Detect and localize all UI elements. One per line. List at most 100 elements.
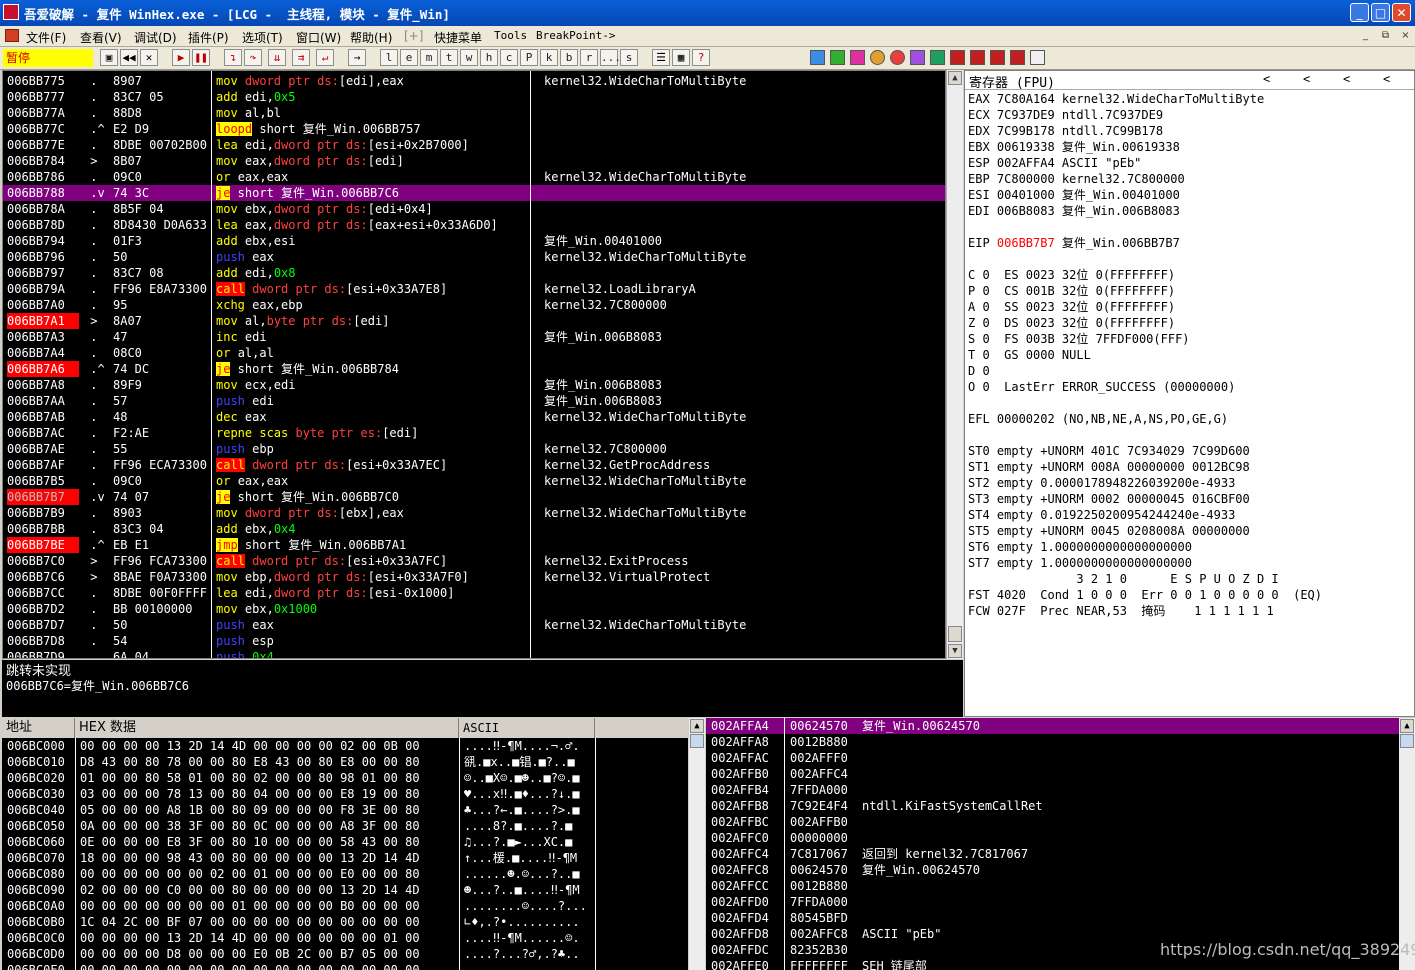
reg-arrow-4[interactable]: <	[1383, 72, 1390, 86]
pause-icon[interactable]: ❚❚	[192, 49, 210, 66]
disasm-row[interactable]: 006BB7D9 . 6A 04 push 0x4	[3, 649, 945, 658]
close-debug-icon[interactable]: ✕	[140, 49, 158, 66]
stack-row[interactable]: 002AFFB0 002AFFC4	[706, 766, 1399, 782]
disasm-row[interactable]: 006BB7AA . 57 push edi 复件_Win.006B8083	[3, 393, 945, 409]
dump-row[interactable]: 006BC050 0A 00 00 00 38 3F 00 80 0C 00 00…	[2, 818, 688, 834]
dump-row[interactable]: 006BC0E0 00 00 00 00 00 00 00 00 00 00 00…	[2, 962, 688, 970]
tb-threads-button[interactable]: t	[440, 49, 458, 66]
dump-scrollbar[interactable]: ▲	[689, 718, 705, 970]
tb-memory-button[interactable]: m	[420, 49, 438, 66]
tb-windows-button[interactable]: w	[460, 49, 478, 66]
menu-tools[interactable]: Tools	[494, 29, 527, 42]
stack-row[interactable]: 002AFFD4 80545BFD	[706, 910, 1399, 926]
stack-scroll-up-icon[interactable]: ▲	[1400, 719, 1414, 733]
plugin-icon-3[interactable]	[850, 50, 865, 65]
registers-header[interactable]: 寄存器 (FPU) < < < <	[965, 71, 1414, 91]
disasm-row[interactable]: 006BB777 . 83C7 05 add edi,0x5	[3, 89, 945, 105]
plugin-icon-1[interactable]	[810, 50, 825, 65]
disasm-row[interactable]: 006BB7C0 > FF96 FCA73300 call dword ptr ds…	[3, 553, 945, 569]
disasm-row[interactable]: 006BB7BE .^ EB E1 jmp short 复件_Win.006BB7A…	[3, 537, 945, 553]
stack-row[interactable]: 002AFFA8 0012B880	[706, 734, 1399, 750]
disasm-row[interactable]: 006BB7CC . 8DBE 00F0FFFF lea edi,dword ptr…	[3, 585, 945, 601]
disasm-row[interactable]: 006BB775 . 8907 mov dword ptr ds:[edi],eax…	[3, 73, 945, 89]
disasm-row[interactable]: 006BB7A4 . 08C0 or al,al	[3, 345, 945, 361]
disassembly-pane[interactable]: 006BB775 . 8907 mov dword ptr ds:[edi],eax…	[2, 70, 946, 659]
dump-row[interactable]: 006BC040 05 00 00 00 A8 1B 00 80 09 00 00…	[2, 802, 688, 818]
disasm-row[interactable]: 006BB7BB . 83C3 04 add ebx,0x4	[3, 521, 945, 537]
disasm-row[interactable]: 006BB796 . 50 push eax kernel32.WideCharToM…	[3, 249, 945, 265]
run-icon[interactable]: ▶	[172, 49, 190, 66]
disasm-row[interactable]: 006BB77C .^ E2 D9 loopd short 复件_Win.006BB…	[3, 121, 945, 137]
disasm-row[interactable]: 006BB7B5 . 09C0 or eax,eax kernel32.WideCha…	[3, 473, 945, 489]
reg-arrow-2[interactable]: <	[1303, 72, 1310, 86]
tb-patches-button[interactable]: P	[520, 49, 538, 66]
disassembly-scrollbar[interactable]: ▲ ▼	[946, 70, 963, 659]
plugin-icon-11[interactable]	[1010, 50, 1025, 65]
tb-log-button[interactable]: l	[380, 49, 398, 66]
disasm-row[interactable]: 006BB77A . 88D8 mov al,bl	[3, 105, 945, 121]
disasm-row[interactable]: 006BB7AB . 48 dec eax kernel32.WideCharToMu…	[3, 409, 945, 425]
dump-row[interactable]: 006BC0B0 1C 04 2C 00 BF 07 00 00 00 00 00…	[2, 914, 688, 930]
dump-row[interactable]: 006BC070 18 00 00 00 98 43 00 80 00 00 00…	[2, 850, 688, 866]
disasm-row[interactable]: 006BB7C6 >8BAE F0A73300 mov ebp,dword ptr…	[3, 569, 945, 585]
stack-row[interactable]: 002AFFE0 FFFFFFFF SEH 链尾部	[706, 958, 1399, 970]
hex-dump-pane[interactable]: 地址 HEX 数据 ASCII 006BC000 00 00 00 00 13 2…	[2, 718, 688, 970]
plugin-icon-8[interactable]	[950, 50, 965, 65]
dump-row[interactable]: 006BC090 02 00 00 00 C0 00 00 80 00 00 00…	[2, 882, 688, 898]
stack-row[interactable]: 002AFFB4 7FFDA000	[706, 782, 1399, 798]
disasm-row[interactable]: 006BB7AF . FF96 ECA73300 call dword ptr ds…	[3, 457, 945, 473]
stack-row[interactable]: 002AFFD0 7FFDA000	[706, 894, 1399, 910]
stack-row[interactable]: 002AFFAC 002AFFF0	[706, 750, 1399, 766]
disasm-row[interactable]: 006BB78A . 8B5F 04 mov ebx,dword ptr ds:[e…	[3, 201, 945, 217]
registers-pane[interactable]: 寄存器 (FPU) < < < < EAX 7C80A164 kernel32.…	[964, 70, 1415, 717]
disasm-row[interactable]: 006BB7AE . 55 push ebp kernel32.7C800000	[3, 441, 945, 457]
menu-debug[interactable]: 调试(D)	[134, 29, 177, 46]
stack-pane[interactable]: 002AFFA4 00624570 复件_Win.00624570 002AFFA8 0…	[706, 718, 1415, 970]
disasm-row[interactable]: 006BB7B7 .v 74 07 je short 复件_Win.006BB7C0	[3, 489, 945, 505]
dump-col-ascii[interactable]: ASCII	[459, 718, 595, 738]
reg-arrow-1[interactable]: <	[1263, 72, 1270, 86]
step-over-icon[interactable]: ↷	[244, 49, 262, 66]
restart-icon[interactable]: ◀◀	[120, 49, 138, 66]
tb-breakpoints-button[interactable]: b	[560, 49, 578, 66]
dump-col-hex[interactable]: HEX 数据	[75, 718, 459, 738]
disasm-row[interactable]: 006BB784 >8B07 mov eax,dword ptr ds:[edi]	[3, 153, 945, 169]
disasm-row[interactable]: 006BB7A1 >8A07 mov al,byte ptr ds:[edi]	[3, 313, 945, 329]
tb-modules-button[interactable]: e	[400, 49, 418, 66]
plugin-icon-5[interactable]	[890, 50, 905, 65]
disasm-row[interactable]: 006BB7AC . F2:AE repne scas byte ptr es:[e…	[3, 425, 945, 441]
list-icon[interactable]: ☰	[652, 49, 670, 66]
help-icon[interactable]: ?	[692, 49, 710, 66]
menu-plus[interactable]: [+]	[404, 29, 423, 43]
tb-handles-button[interactable]: h	[480, 49, 498, 66]
goto-icon[interactable]: →	[348, 49, 366, 66]
disasm-row[interactable]: 006BB79A . FF96 E8A73300 call dword ptr ds…	[3, 281, 945, 297]
step-into-icon[interactable]: ↴	[224, 49, 242, 66]
disasm-row[interactable]: 006BB788 .v 74 3C je short 复件_Win.006BB7C6	[3, 185, 945, 201]
dump-row[interactable]: 006BC010 D8 43 00 80 78 00 00 80 E8 43 00…	[2, 754, 688, 770]
disasm-row[interactable]: 006BB7A0 . 95 xchg eax,ebp kernel32.7C80000…	[3, 297, 945, 313]
minimize-button[interactable]: _	[1350, 3, 1369, 22]
execute-till-return-icon[interactable]: ↵	[316, 49, 334, 66]
plugin-icon-6[interactable]	[910, 50, 925, 65]
menu-options[interactable]: 选项(T)	[242, 29, 283, 46]
stack-row[interactable]: 002AFFA4 00624570 复件_Win.00624570	[706, 718, 1399, 734]
menu-view[interactable]: 查看(V)	[80, 29, 122, 46]
dump-row[interactable]: 006BC060 0E 00 00 00 E8 3F 00 80 10 00 00…	[2, 834, 688, 850]
stack-row[interactable]: 002AFFB8 7C92E4F4 ntdll.KiFastSystemCallRe…	[706, 798, 1399, 814]
menu-plugins[interactable]: 插件(P)	[188, 29, 229, 46]
trace-over-icon[interactable]: ⇉	[292, 49, 310, 66]
disasm-row[interactable]: 006BB77E . 8DBE 00702B00 lea edi,dword ptr…	[3, 137, 945, 153]
plugin-icon-7[interactable]	[930, 50, 945, 65]
dump-col-address[interactable]: 地址	[2, 718, 75, 738]
stack-scrollbar[interactable]: ▲	[1399, 718, 1415, 970]
mdi-minimize-button[interactable]: _	[1358, 29, 1373, 42]
tb-references-button[interactable]: r	[580, 49, 598, 66]
menu-shortcut[interactable]: 快捷菜单	[434, 29, 482, 46]
trace-into-icon[interactable]: ⇊	[268, 49, 286, 66]
scroll-thumb[interactable]	[948, 626, 962, 642]
mdi-close-button[interactable]: ×	[1398, 29, 1413, 42]
dump-row[interactable]: 006BC0D0 00 00 00 00 D8 00 00 00 E0 0B 2C…	[2, 946, 688, 962]
plugin-icon-2[interactable]	[830, 50, 845, 65]
disasm-row[interactable]: 006BB7A3 . 47 inc edi 复件_Win.006B8083	[3, 329, 945, 345]
